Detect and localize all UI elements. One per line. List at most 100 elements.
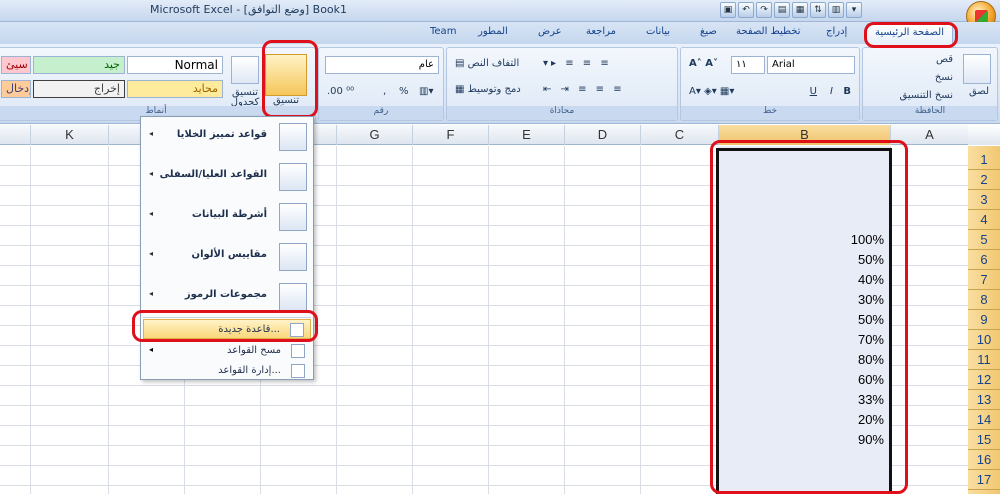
tab-insert[interactable]: إدراج xyxy=(826,26,847,37)
alignment-group-label: محاذاة xyxy=(447,106,677,120)
style-neutral[interactable]: محايد xyxy=(127,80,223,98)
row-header[interactable]: 3 xyxy=(968,190,1000,210)
row-headers: 1 2 3 4 5 6 7 8 9 10 11 12 13 14 15 16 17 xyxy=(968,146,1000,494)
column-header-c[interactable]: C xyxy=(640,125,718,145)
wrap-text-label: التفاف النص xyxy=(467,58,520,69)
row-header[interactable]: 13 xyxy=(968,390,1000,410)
row-header[interactable]: 14 xyxy=(968,410,1000,430)
undo-icon[interactable]: ↶ xyxy=(738,2,754,18)
menu-top-bottom-rules[interactable]: ◂ القواعد العليا/السفلى xyxy=(143,159,311,197)
format-as-table-icon[interactable] xyxy=(231,56,259,84)
column-header-g[interactable]: G xyxy=(336,125,412,145)
underline-button[interactable]: U xyxy=(810,86,817,97)
format-as-table-button[interactable]: تنسيق كجدول xyxy=(225,88,265,108)
font-name-select[interactable]: Arial xyxy=(767,56,855,74)
menu-data-bars[interactable]: ◂ أشرطة البيانات xyxy=(143,199,311,237)
paste-icon[interactable] xyxy=(963,54,991,84)
redo-icon[interactable]: ↷ xyxy=(756,2,772,18)
font-color-icon[interactable]: A▾ ◈▾ ▦▾ xyxy=(689,86,734,97)
menu-item-label: مجموعات الرموز xyxy=(184,289,267,300)
comma-button[interactable]: , xyxy=(383,86,386,97)
percent-button[interactable]: % xyxy=(399,86,409,97)
ribbon-tabs: الصفحة الرئيسية إدراج تخطيط الصفحة صيغ ب… xyxy=(0,22,1000,44)
clipboard-group: لصق قص نسخ نسخ التنسيق الحافظة xyxy=(862,47,998,121)
tab-review[interactable]: مراجعة xyxy=(586,26,616,37)
row-header[interactable]: 16 xyxy=(968,450,1000,470)
grow-font-button[interactable]: A˄ A˅ xyxy=(689,58,718,69)
bold-button[interactable]: B xyxy=(843,86,851,97)
row-header[interactable]: 15 xyxy=(968,430,1000,450)
tab-developer[interactable]: المطور xyxy=(478,26,508,37)
window-controls[interactable] xyxy=(0,2,140,20)
align-horizontal-icons[interactable]: ⇤ ⇥ ≡ ≡ ≡ xyxy=(543,84,625,95)
menu-clear-rules[interactable]: ◂ مسح القواعد xyxy=(143,341,311,361)
number-group-label: رقم xyxy=(319,106,443,120)
format-painter-button[interactable]: نسخ التنسيق xyxy=(900,90,953,101)
menu-item-label: قواعد تمييز الخلايا xyxy=(176,129,267,140)
row-header[interactable]: 2 xyxy=(968,170,1000,190)
save-icon[interactable]: ▣ xyxy=(720,2,736,18)
italic-button[interactable]: I xyxy=(830,86,833,97)
alignment-group: التفاف النص ▤ دمج وتوسيط ▦ ▾▸ ≡ ≡ ≡ ⇤ ⇥ … xyxy=(446,47,678,121)
decimal-icons[interactable]: .00 ⁰⁰ xyxy=(327,86,354,97)
style-input[interactable]: إدخال xyxy=(1,80,31,98)
column-header-e[interactable]: E xyxy=(488,125,564,145)
row-header[interactable]: 1 xyxy=(968,150,1000,170)
paste-button[interactable]: لصق xyxy=(969,86,989,97)
preview-icon[interactable]: ▦ xyxy=(792,2,808,18)
print-icon[interactable]: ▤ xyxy=(774,2,790,18)
chart-icon[interactable]: ▥ xyxy=(828,2,844,18)
number-group: عام .00 ⁰⁰ , % ▥▾ رقم xyxy=(318,47,444,121)
merge-center-button[interactable]: دمج وتوسيط ▦ xyxy=(455,84,521,95)
menu-manage-rules[interactable]: إدارة القواعد... xyxy=(143,361,311,381)
style-good[interactable]: جيد xyxy=(33,56,125,74)
row-header[interactable]: 10 xyxy=(968,330,1000,350)
menu-item-label: إدارة القواعد... xyxy=(218,365,281,376)
currency-icon[interactable]: ▥▾ xyxy=(419,86,433,97)
number-format-select[interactable]: عام xyxy=(325,56,439,74)
tab-formulas[interactable]: صيغ xyxy=(700,26,717,37)
font-size-select[interactable]: ١١ xyxy=(731,56,765,74)
wrap-text-button[interactable]: التفاف النص ▤ xyxy=(455,58,519,69)
style-output[interactable]: إخراج xyxy=(33,80,125,98)
menu-highlight-cells-rules[interactable]: ◂ قواعد تمييز الخلايا xyxy=(143,119,311,157)
column-header-k[interactable]: K xyxy=(30,125,108,145)
row-header[interactable]: 7 xyxy=(968,270,1000,290)
highlight-home-tab xyxy=(864,22,958,48)
cut-button[interactable]: قص xyxy=(936,54,953,65)
row-header[interactable]: 11 xyxy=(968,350,1000,370)
submenu-arrow-icon: ◂ xyxy=(149,129,154,138)
row-header[interactable]: 5 xyxy=(968,230,1000,250)
color-scales-icon xyxy=(279,243,307,271)
clear-rules-icon xyxy=(291,344,305,358)
menu-color-scales[interactable]: ◂ مقاييس الألوان xyxy=(143,239,311,277)
submenu-arrow-icon: ◂ xyxy=(149,209,154,218)
icon-sets-icon xyxy=(279,283,307,311)
sort-icon[interactable]: ⇅ xyxy=(810,2,826,18)
row-header[interactable]: 12 xyxy=(968,370,1000,390)
tab-page-layout[interactable]: تخطيط الصفحة xyxy=(736,26,801,37)
style-normal[interactable]: Normal xyxy=(127,56,223,74)
font-group-label: خط xyxy=(681,106,859,120)
window-title: Microsoft Excel - [وضع التوافق] Book1 xyxy=(150,3,348,16)
ribbon: لصق قص نسخ نسخ التنسيق الحافظة Arial ١١ … xyxy=(0,44,1000,124)
copy-button[interactable]: نسخ xyxy=(935,72,953,83)
style-bad[interactable]: سيئ xyxy=(1,56,31,74)
submenu-arrow-icon: ◂ xyxy=(149,249,154,258)
row-header[interactable]: 6 xyxy=(968,250,1000,270)
row-header[interactable]: 4 xyxy=(968,210,1000,230)
customize-qat-icon[interactable]: ▾ xyxy=(846,2,862,18)
select-all-corner[interactable] xyxy=(968,125,1000,145)
row-header[interactable]: 17 xyxy=(968,470,1000,490)
tab-team[interactable]: Team xyxy=(430,26,456,37)
tab-data[interactable]: بيانات xyxy=(646,26,670,37)
row-header[interactable]: 9 xyxy=(968,310,1000,330)
font-group: Arial ١١ A˄ A˅ B I U A▾ ◈▾ ▦▾ خط xyxy=(680,47,860,121)
column-header-d[interactable]: D xyxy=(564,125,640,145)
align-top-icons[interactable]: ▾▸ ≡ ≡ ≡ xyxy=(543,58,612,69)
column-header-f[interactable]: F xyxy=(412,125,488,145)
submenu-arrow-icon: ◂ xyxy=(149,289,154,298)
row-header[interactable]: 8 xyxy=(968,290,1000,310)
manage-rules-icon xyxy=(291,364,305,378)
tab-view[interactable]: عرض xyxy=(538,26,562,37)
